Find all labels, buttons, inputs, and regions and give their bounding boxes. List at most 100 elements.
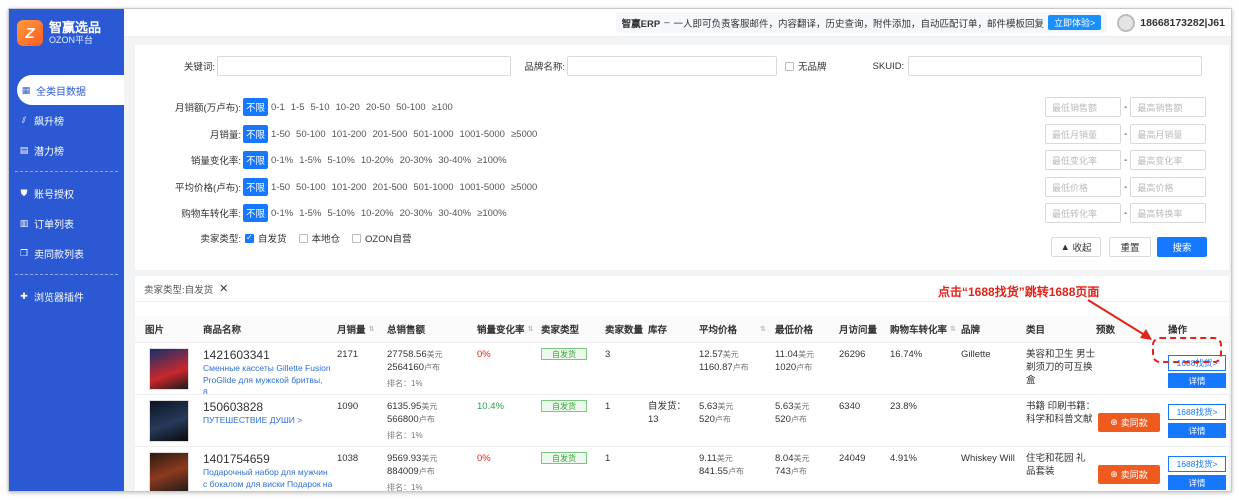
min-input[interactable]: 最低转化率 (1045, 203, 1121, 223)
product-name[interactable]: Сменные кассеты Gillette Fusion ProGlide… (203, 362, 333, 398)
sidebar-item-all-categories[interactable]: ▦ 全类目数据 (17, 75, 124, 105)
no-brand-checkbox[interactable]: 无品牌 (785, 59, 827, 73)
sku-input[interactable] (908, 56, 1203, 76)
option[interactable]: 20-50 (363, 102, 393, 113)
option[interactable]: 5-10% (324, 155, 357, 166)
option[interactable]: 0-1% (268, 208, 296, 219)
option[interactable]: 1001-5000 (457, 182, 508, 193)
sort-icon: ⇅ (950, 326, 956, 333)
option[interactable]: ≥100% (474, 155, 510, 166)
option[interactable]: 10-20% (358, 155, 397, 166)
sort-icon: ⇅ (368, 326, 375, 333)
detail-button[interactable]: 详情 (1168, 373, 1226, 388)
min-input[interactable]: 最低月销量 (1045, 124, 1121, 144)
keyword-input[interactable] (217, 56, 511, 76)
option-any[interactable]: 不限 (243, 178, 269, 196)
seller-type-self-ship[interactable]: 自发货 (245, 231, 287, 245)
option[interactable]: 501-1000 (410, 182, 456, 193)
option[interactable]: 1001-5000 (457, 129, 508, 140)
sidebar-item-plugin[interactable]: ✚ 浏览器插件 (9, 281, 124, 311)
max-input[interactable]: 最高月销量 (1130, 124, 1207, 144)
option-any[interactable]: 不限 (243, 151, 269, 169)
seller-type-ozon[interactable]: OZON自营 (352, 231, 411, 245)
max-input[interactable]: 最高价格 (1130, 177, 1207, 197)
sort-cart[interactable]: 购物车转化率 ⇅ (890, 322, 956, 336)
find-1688-button[interactable]: 1688找货> (1168, 456, 1226, 472)
seller-type-local[interactable]: 本地仓 (298, 231, 340, 245)
option-any[interactable]: 不限 (243, 98, 269, 116)
close-icon[interactable]: ✕ (219, 282, 228, 295)
min-input[interactable]: 最低价格 (1045, 177, 1121, 197)
filter-row-change-rate: 销量变化率: 不限 0-1% 1-5% 5-10% 10-20% 20-30% … (135, 150, 510, 170)
option[interactable]: 20-30% (397, 208, 436, 219)
product-image[interactable] (149, 400, 189, 442)
max-input[interactable]: 最高销售额 (1130, 97, 1207, 117)
sell-similar-button[interactable]: ⊕ 卖同款 (1098, 413, 1160, 432)
option[interactable]: ≥5000 (508, 129, 540, 140)
option[interactable]: 1-5% (296, 208, 324, 219)
seller-count: 1 (605, 453, 611, 464)
option[interactable]: 50-100 (293, 182, 329, 193)
sidebar-item-same-items[interactable]: ❐ 卖同款列表 (9, 238, 124, 268)
copy-icon: ❐ (19, 247, 29, 258)
brand-name: 智赢选品 (49, 20, 102, 35)
product-name[interactable]: ПУТЕШЕСТВИЕ ДУШИ > (203, 414, 333, 426)
sort-total[interactable]: 总销售额 ⇅ (387, 322, 482, 336)
product-name[interactable]: Подарочный набор для мужчин с бокалом дл… (203, 466, 333, 491)
option[interactable]: 201-500 (370, 182, 411, 193)
option[interactable]: 1-50 (268, 182, 293, 193)
option[interactable]: 50-100 (293, 129, 329, 140)
sell-similar-button[interactable]: ⊕ 卖同款 (1098, 465, 1160, 484)
option[interactable]: ≥100% (474, 208, 510, 219)
option[interactable]: 50-100 (393, 102, 429, 113)
option[interactable]: 101-200 (329, 182, 370, 193)
max-input[interactable]: 最高变化率 (1130, 150, 1207, 170)
option[interactable]: 1-5 (288, 102, 308, 113)
sort-monthly[interactable]: 月销量 ⇅ (337, 322, 374, 336)
find-1688-button[interactable]: 1688找货> (1168, 404, 1226, 420)
option[interactable]: 5-10% (324, 208, 357, 219)
option[interactable]: ≥100 (429, 102, 456, 113)
option[interactable]: 10-20% (358, 208, 397, 219)
option[interactable]: 201-500 (370, 129, 411, 140)
option-any[interactable]: 不限 (243, 204, 269, 222)
option[interactable]: 10-20 (333, 102, 363, 113)
sidebar-item-orders[interactable]: ▥ 订单列表 (9, 208, 124, 238)
option[interactable]: ≥5000 (508, 182, 540, 193)
option[interactable]: 0-1 (268, 102, 288, 113)
option[interactable]: 1-5% (296, 155, 324, 166)
option[interactable]: 0-1% (268, 155, 296, 166)
filter-row-cart-conversion: 购物车转化率: 不限 0-1% 1-5% 5-10% 10-20% 20-30%… (135, 203, 510, 223)
option-any[interactable]: 不限 (243, 125, 269, 143)
collapse-button[interactable]: ▲ 收起 (1051, 237, 1101, 257)
option[interactable]: 1-50 (268, 129, 293, 140)
option[interactable]: 30-40% (435, 155, 474, 166)
option[interactable]: 501-1000 (410, 129, 456, 140)
product-id[interactable]: 150603828 (203, 400, 333, 414)
sidebar-item-account[interactable]: ⛊ 账号授权 (9, 178, 124, 208)
product-image[interactable] (149, 452, 189, 491)
product-image[interactable] (149, 348, 189, 390)
sidebar-item-potential[interactable]: ▤ 潜力榜 (9, 135, 124, 165)
search-button[interactable]: 搜索 (1157, 237, 1207, 257)
min-input[interactable]: 最低销售额 (1045, 97, 1121, 117)
detail-button[interactable]: 详情 (1168, 475, 1226, 490)
option[interactable]: 5-10 (307, 102, 332, 113)
promo-try-button[interactable]: 立即体验> (1048, 15, 1102, 30)
sort-change[interactable]: 销量变化率 ⇅ (477, 322, 533, 336)
document-icon: ▥ (19, 217, 29, 228)
brand-input[interactable] (567, 56, 777, 76)
product-id[interactable]: 1421603341 (203, 348, 333, 362)
max-input[interactable]: 最高转换率 (1130, 203, 1207, 223)
option[interactable]: 20-30% (397, 155, 436, 166)
reset-button[interactable]: 重置 (1109, 237, 1151, 257)
product-id[interactable]: 1401754659 (203, 452, 333, 466)
min-input[interactable]: 最低变化率 (1045, 150, 1121, 170)
topbar: 智赢ERP – 一人即可负责客服邮件，内容翻译，历史查询，附件添加，自动匹配订单… (124, 9, 1231, 37)
detail-button[interactable]: 详情 (1168, 423, 1226, 438)
sort-avg-price[interactable]: 平均价格 ⇅ (699, 322, 766, 336)
user-menu[interactable]: 18668173282|J61 (1117, 13, 1225, 32)
sidebar-item-rising[interactable]: ⫽ 飙升榜 (9, 105, 124, 135)
option[interactable]: 30-40% (435, 208, 474, 219)
option[interactable]: 101-200 (329, 129, 370, 140)
